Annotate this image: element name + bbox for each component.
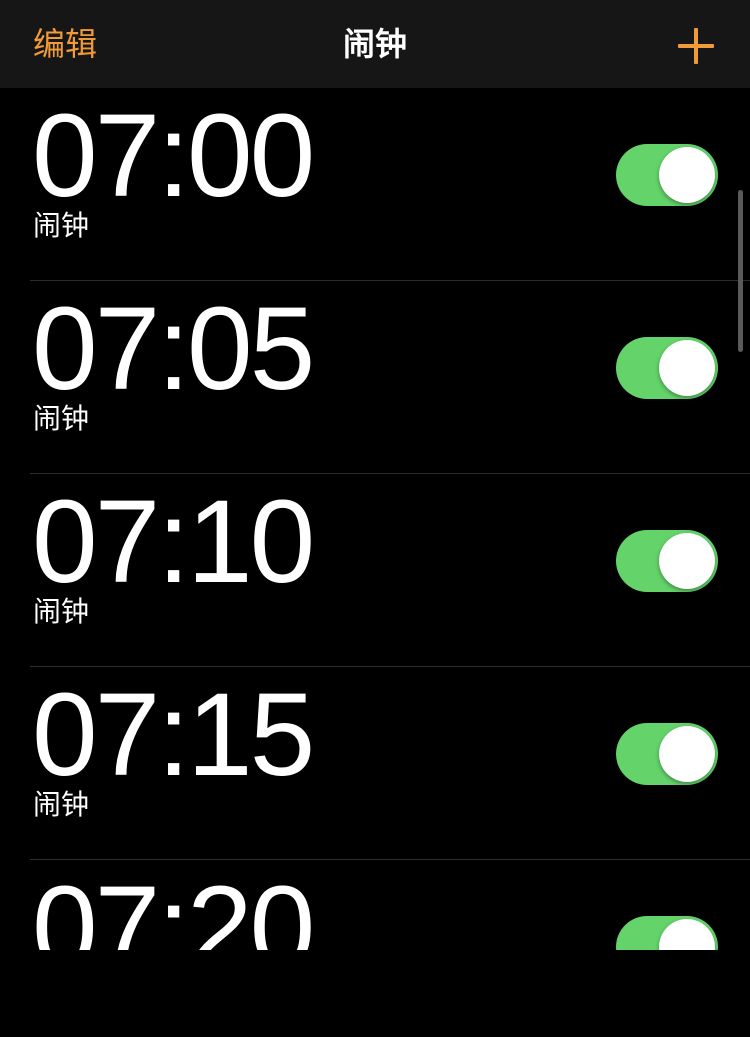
alarm-toggle[interactable]: [616, 723, 718, 785]
alarm-time: 07:15: [32, 669, 315, 801]
alarm-toggle[interactable]: [616, 530, 718, 592]
toggle-knob: [659, 147, 715, 203]
alarm-row[interactable]: 07:00 闹钟: [30, 88, 750, 281]
alarm-label: 闹钟: [33, 402, 90, 435]
bottom-overlay: [0, 950, 750, 1037]
toggle-knob: [659, 726, 715, 782]
alarm-row[interactable]: 07:05 闹钟: [30, 281, 750, 474]
alarm-label: 闹钟: [33, 209, 90, 242]
navigation-bar: 编辑 闹钟: [0, 0, 750, 88]
toggle-knob: [659, 533, 715, 589]
alarm-label: 闹钟: [33, 788, 90, 821]
toggle-knob: [659, 340, 715, 396]
alarm-toggle[interactable]: [616, 337, 718, 399]
alarm-toggle[interactable]: [616, 144, 718, 206]
alarm-list: 07:00 闹钟 07:05 闹钟 07:10 闹钟 07:15 闹钟 07:2…: [0, 88, 750, 1037]
alarm-label: 闹钟: [33, 595, 90, 628]
alarm-time: 07:10: [32, 476, 315, 608]
plus-icon: [678, 28, 714, 64]
scrollbar[interactable]: [738, 190, 743, 352]
alarm-row[interactable]: 07:10 闹钟: [30, 474, 750, 667]
alarm-time: 07:05: [32, 283, 315, 415]
alarm-time: 07:00: [32, 90, 315, 222]
alarm-row[interactable]: 07:15 闹钟: [30, 667, 750, 860]
add-alarm-button[interactable]: [675, 25, 717, 67]
page-title: 闹钟: [342, 25, 407, 63]
